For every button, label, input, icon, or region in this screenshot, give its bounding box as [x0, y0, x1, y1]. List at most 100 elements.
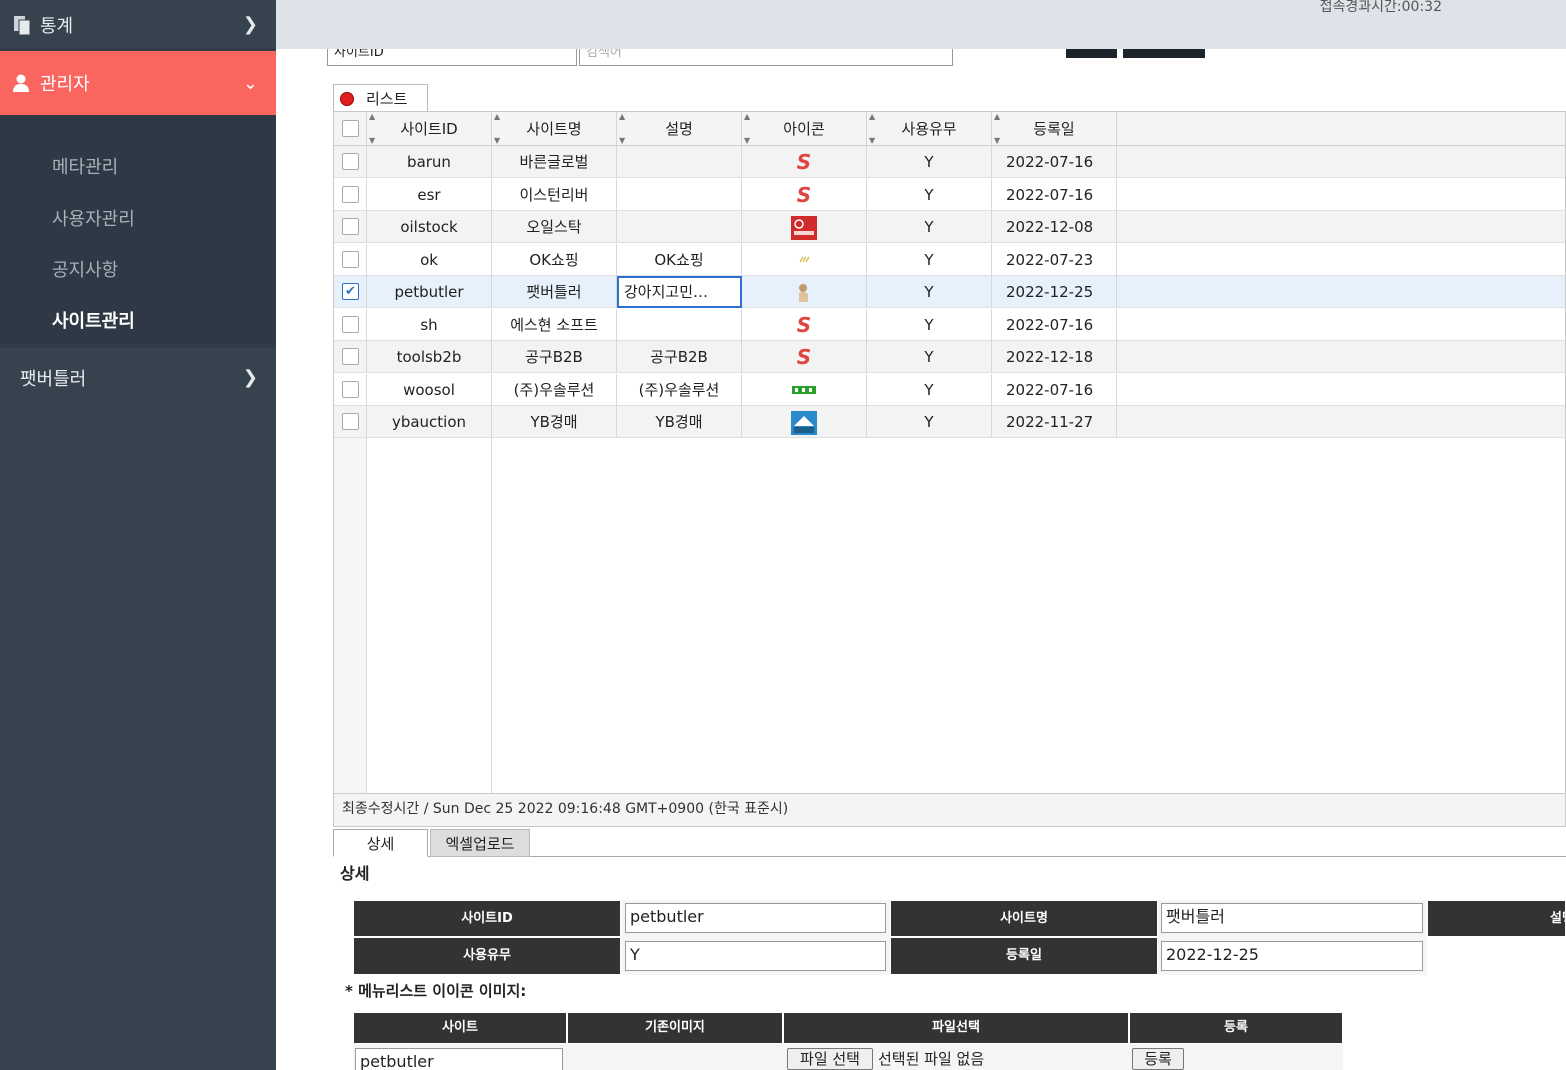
sidebar-item-stats[interactable]: 통계 ❯ — [0, 0, 276, 50]
cell-icon[interactable] — [742, 276, 867, 308]
cell-date[interactable]: 2022-07-16 — [992, 373, 1117, 406]
row-checkbox[interactable] — [342, 413, 359, 430]
cell-use[interactable]: Y — [867, 243, 992, 276]
header-description[interactable]: ▲ ▼ 설명 — [617, 112, 742, 146]
cell-date[interactable]: 2022-12-08 — [992, 211, 1117, 243]
sidebar-item-notices[interactable]: 공지사항 — [52, 256, 118, 282]
table-row[interactable]: esr 이스턴리버 S Y 2022-07-16 — [334, 178, 1565, 211]
row-select-cell[interactable] — [334, 146, 367, 178]
tab-excel-upload[interactable]: 엑셀업로드 — [430, 829, 530, 857]
cell-date[interactable]: 2022-07-16 — [992, 308, 1117, 341]
use-field[interactable]: Y — [625, 941, 886, 971]
cell-date[interactable]: 2022-12-18 — [992, 341, 1117, 373]
cell-date[interactable]: 2022-07-16 — [992, 178, 1117, 211]
cell-description[interactable]: OK쇼핑 — [617, 243, 742, 276]
register-button[interactable]: 등록 — [1132, 1048, 1184, 1070]
cell-use[interactable]: Y — [867, 276, 992, 308]
table-row[interactable]: toolsb2b 공구B2B 공구B2B S Y 2022-12-18 — [334, 341, 1565, 373]
cell-site-id[interactable]: sh — [367, 308, 492, 341]
cell-use[interactable]: Y — [867, 341, 992, 373]
file-select-button[interactable]: 파일 선택 — [787, 1048, 873, 1070]
site-name-field[interactable]: 팻버틀러 — [1161, 903, 1423, 933]
header-site-id[interactable]: ▲ ▼ 사이트ID — [367, 112, 492, 146]
table-row[interactable]: sh 에스현 소프트 S Y 2022-07-16 — [334, 308, 1565, 341]
cell-use[interactable]: Y — [867, 211, 992, 243]
cell-icon[interactable]: S — [742, 178, 867, 211]
icon-site-field[interactable]: petbutler — [355, 1048, 563, 1070]
row-select-cell[interactable]: ✔ — [334, 276, 367, 308]
cell-icon[interactable]: S — [742, 146, 867, 178]
row-checkbox[interactable] — [342, 153, 359, 170]
row-checkbox[interactable] — [342, 348, 359, 365]
cell-site-name[interactable]: OK쇼핑 — [492, 243, 617, 276]
cell-site-id[interactable]: toolsb2b — [367, 341, 492, 373]
cell-date[interactable]: 2022-07-16 — [992, 146, 1117, 178]
row-select-cell[interactable] — [334, 341, 367, 373]
header-date[interactable]: ▲ ▼ 등록일 — [992, 112, 1117, 146]
cell-site-name[interactable]: YB경매 — [492, 406, 617, 438]
cell-site-id[interactable]: barun — [367, 146, 492, 178]
row-select-cell[interactable] — [334, 211, 367, 243]
cell-site-name[interactable]: 에스현 소프트 — [492, 308, 617, 341]
cell-icon[interactable] — [742, 243, 867, 276]
cell-site-name[interactable]: 팻버틀러 — [492, 276, 617, 308]
table-row[interactable]: woosol (주)우솔루션 (주)우솔루션 Y 2022-07-16 — [334, 373, 1565, 406]
select-all-checkbox[interactable] — [342, 120, 359, 137]
row-checkbox[interactable] — [342, 315, 359, 333]
cell-site-id[interactable]: woosol — [367, 373, 492, 406]
header-use[interactable]: ▲ ▼ 사용유무 — [867, 112, 992, 146]
cell-use[interactable]: Y — [867, 178, 992, 211]
row-checkbox[interactable] — [342, 218, 359, 235]
cell-site-id[interactable]: ok — [367, 243, 492, 276]
cell-description[interactable]: (주)우솔루션 — [617, 373, 742, 406]
tab-detail[interactable]: 상세 — [333, 829, 428, 857]
row-checkbox[interactable] — [342, 380, 359, 398]
cell-site-name[interactable]: 이스턴리버 — [492, 178, 617, 211]
sidebar-item-users[interactable]: 사용자관리 — [52, 205, 135, 231]
sidebar-item-sites[interactable]: 사이트관리 — [52, 307, 135, 333]
sidebar-item-admin[interactable]: 관리자 ⌄ — [0, 51, 276, 115]
cell-use[interactable]: Y — [867, 406, 992, 438]
sidebar-item-meta[interactable]: 메타관리 — [52, 153, 118, 179]
row-select-cell[interactable] — [334, 373, 367, 406]
cell-description[interactable] — [617, 211, 742, 243]
date-field[interactable]: 2022-12-25 — [1161, 941, 1423, 971]
sidebar-item-petbutler[interactable]: 팻버틀러 ❯ — [0, 346, 276, 408]
site-id-field[interactable]: petbutler — [625, 903, 886, 933]
cell-site-name[interactable]: 공구B2B — [492, 341, 617, 373]
row-select-cell[interactable] — [334, 308, 367, 341]
header-icon[interactable]: ▲ ▼ 아이콘 — [742, 112, 867, 146]
cell-site-id[interactable]: oilstock — [367, 211, 492, 243]
cell-description[interactable] — [617, 308, 742, 341]
table-row[interactable]: ybauction YB경매 YB경매 Y 2022-11-27 — [334, 406, 1565, 438]
cell-date[interactable]: 2022-12-25 — [992, 276, 1117, 308]
table-row[interactable]: ok OK쇼핑 OK쇼핑 Y 2022-07-23 — [334, 243, 1565, 276]
table-row[interactable]: oilstock 오일스탁 Y 2022-12-08 — [334, 211, 1565, 243]
tab-list[interactable]: 리스트 — [333, 84, 428, 112]
cell-icon[interactable] — [742, 373, 867, 406]
cell-site-name[interactable]: (주)우솔루션 — [492, 373, 617, 406]
table-row[interactable]: ✔ petbutler 팻버틀러 강아지고민… Y 2022-12-25 — [334, 276, 1565, 308]
row-checkbox[interactable] — [342, 250, 359, 268]
cell-site-name[interactable]: 바른글로벌 — [492, 146, 617, 178]
cell-icon[interactable] — [742, 211, 867, 243]
header-select-all[interactable] — [334, 112, 367, 146]
cell-description[interactable]: 강아지고민… — [617, 276, 742, 308]
row-checkbox[interactable] — [342, 185, 359, 203]
cell-site-name[interactable]: 오일스탁 — [492, 211, 617, 243]
cell-site-id[interactable]: ybauction — [367, 406, 492, 438]
row-select-cell[interactable] — [334, 178, 367, 211]
cell-description[interactable]: 공구B2B — [617, 341, 742, 373]
cell-description[interactable]: YB경매 — [617, 406, 742, 438]
row-select-cell[interactable] — [334, 406, 367, 438]
cell-description[interactable] — [617, 146, 742, 178]
header-site-name[interactable]: ▲ ▼ 사이트명 — [492, 112, 617, 146]
cell-use[interactable]: Y — [867, 308, 992, 341]
cell-date[interactable]: 2022-11-27 — [992, 406, 1117, 438]
table-row[interactable]: barun 바른글로벌 S Y 2022-07-16 — [334, 146, 1565, 178]
row-select-cell[interactable] — [334, 243, 367, 276]
cell-site-id[interactable]: esr — [367, 178, 492, 211]
cell-icon[interactable]: S — [742, 341, 867, 373]
cell-use[interactable]: Y — [867, 146, 992, 178]
checked-checkbox[interactable]: ✔ — [342, 283, 359, 300]
